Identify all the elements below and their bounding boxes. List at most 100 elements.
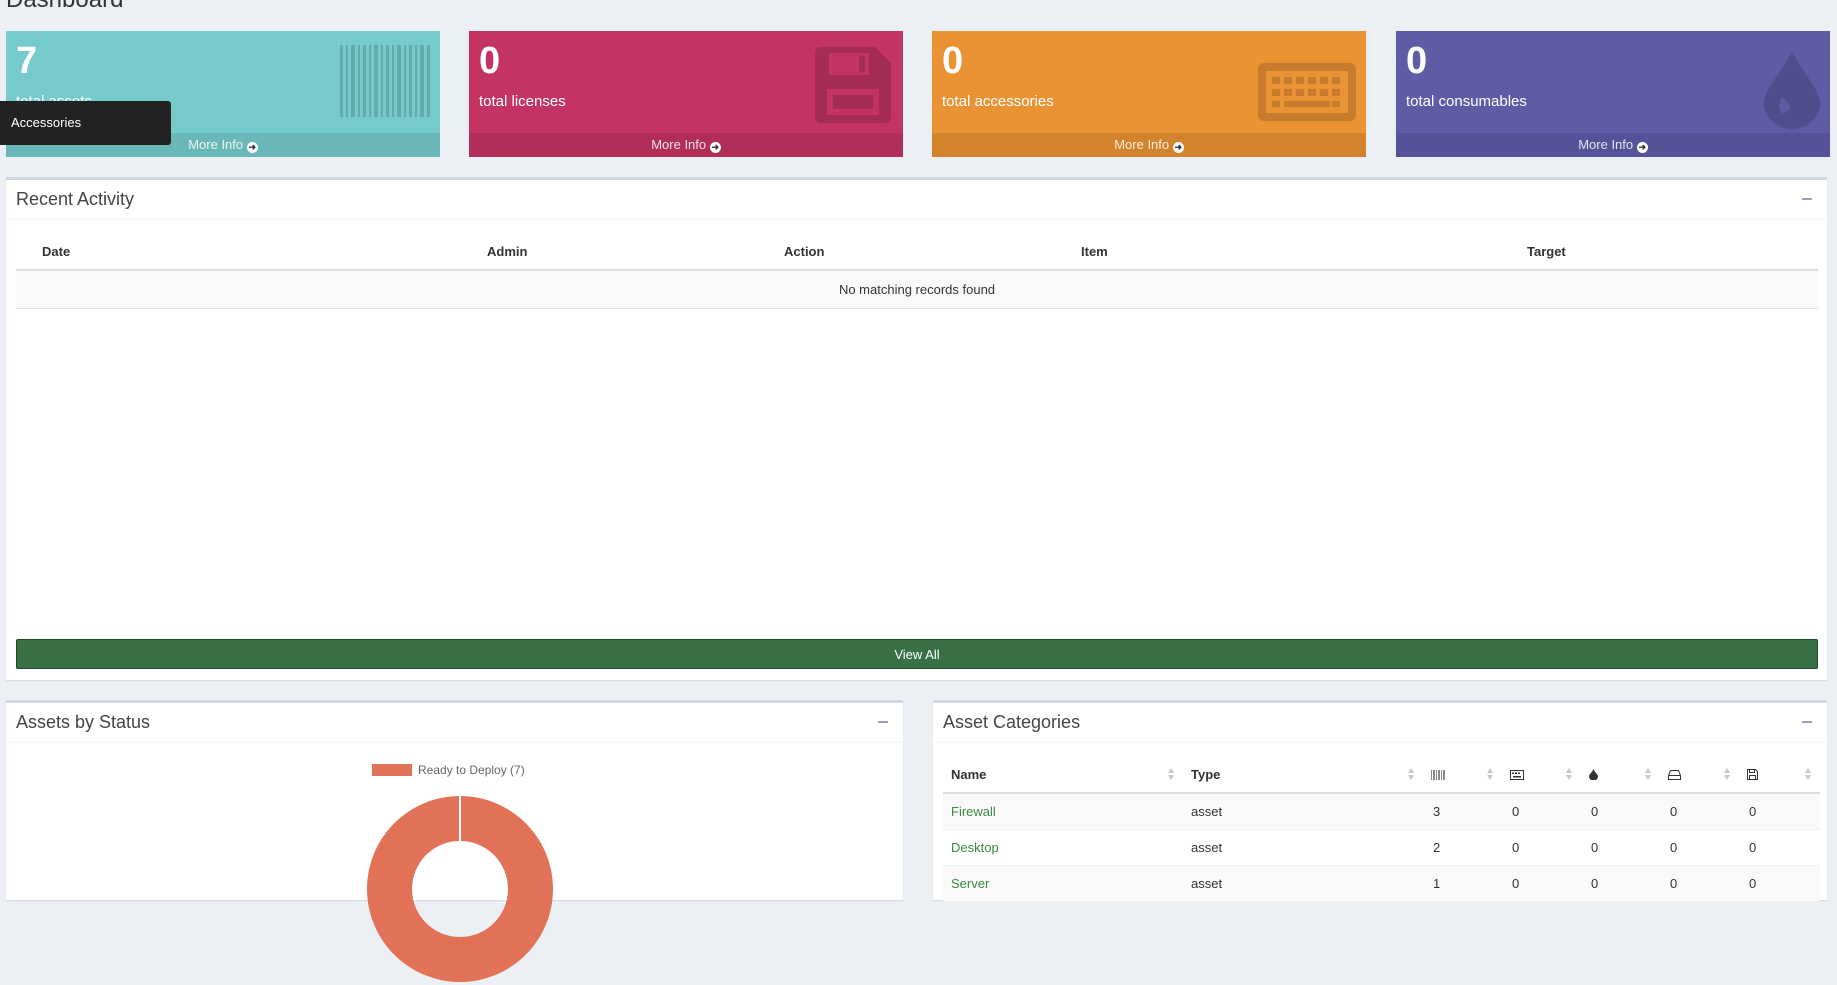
more-info-link[interactable]: More Info ➜ xyxy=(1396,133,1830,157)
column-label: Name xyxy=(951,766,987,782)
category-link[interactable]: Server xyxy=(951,876,989,891)
collapse-minus-icon[interactable] xyxy=(1801,711,1815,731)
collapse-minus-icon[interactable] xyxy=(1801,188,1815,208)
count-cell: 0 xyxy=(1660,865,1739,902)
count-cell: 1 xyxy=(1423,865,1502,902)
table-row: Server asset 1 0 0 0 0 xyxy=(943,865,1820,902)
column-header-action[interactable]: Action xyxy=(758,233,1055,271)
panel-header: Assets by Status xyxy=(6,703,903,743)
sort-icon xyxy=(1805,768,1812,780)
count-cell: 0 xyxy=(1502,865,1581,902)
stat-box-accessories: 0 total accessories More Info ➜ xyxy=(932,31,1366,157)
column-header-licenses[interactable] xyxy=(1739,756,1820,794)
panel-header: Asset Categories xyxy=(933,703,1827,743)
more-info-label: More Info xyxy=(188,137,244,152)
legend-swatch xyxy=(372,764,412,776)
count-cell: 0 xyxy=(1739,865,1820,902)
stat-value: 0 xyxy=(1406,40,1428,82)
stat-box-consumables: 0 total consumables More Info ➜ xyxy=(1396,31,1830,157)
category-link[interactable]: Desktop xyxy=(951,840,999,855)
panel-title: Recent Activity xyxy=(16,189,135,209)
sort-icon xyxy=(1645,768,1652,780)
barcode-icon xyxy=(1431,769,1445,780)
count-cell: 2 xyxy=(1423,829,1502,866)
asset-categories-panel: Asset Categories Name Type Firewall asse… xyxy=(933,700,1827,902)
name-cell: Server xyxy=(943,865,1183,902)
count-cell: 0 xyxy=(1581,793,1660,830)
type-cell: asset xyxy=(1183,829,1423,866)
count-cell: 0 xyxy=(1581,865,1660,902)
arrow-circle-right-icon: ➜ xyxy=(709,142,721,153)
name-cell: Firewall xyxy=(943,793,1183,830)
panel-header: Recent Activity xyxy=(6,180,1827,220)
recent-activity-panel: Recent Activity Date Admin Action Item T… xyxy=(6,177,1827,680)
assets-by-status-panel: Assets by Status Ready to Deploy (7) xyxy=(6,700,903,982)
count-cell: 0 xyxy=(1502,829,1581,866)
arrow-circle-right-icon: ➜ xyxy=(1636,142,1648,153)
collapse-minus-icon[interactable] xyxy=(877,711,891,731)
stat-label: total consumables xyxy=(1406,93,1527,110)
column-header-type[interactable]: Type xyxy=(1183,756,1423,794)
stat-box-licenses: 0 total licenses More Info ➜ xyxy=(469,31,903,157)
table-row: No matching records found xyxy=(16,270,1818,309)
arrow-circle-right-icon: ➜ xyxy=(1172,142,1184,153)
panel-title: Assets by Status xyxy=(16,712,151,732)
table-row: Desktop asset 2 0 0 0 0 xyxy=(943,829,1820,866)
table-row: Firewall asset 3 0 0 0 0 xyxy=(943,793,1820,830)
keyboard-icon xyxy=(1510,769,1524,780)
arrow-circle-right-icon: ➜ xyxy=(246,142,258,153)
type-cell: asset xyxy=(1183,793,1423,830)
count-cell: 0 xyxy=(1660,829,1739,866)
sort-icon xyxy=(1724,768,1731,780)
count-cell: 0 xyxy=(1581,829,1660,866)
stat-value: 0 xyxy=(479,40,501,82)
stat-label: total accessories xyxy=(942,93,1054,110)
panel-title: Asset Categories xyxy=(943,712,1081,732)
type-cell: asset xyxy=(1183,865,1423,902)
column-label: Type xyxy=(1191,766,1221,782)
column-header-name[interactable]: Name xyxy=(943,756,1183,794)
count-cell: 0 xyxy=(1660,793,1739,830)
column-header-admin[interactable]: Admin xyxy=(461,233,758,271)
page-title: Dashboard xyxy=(6,0,123,14)
column-header-date[interactable]: Date xyxy=(16,233,461,271)
count-cell: 0 xyxy=(1739,829,1820,866)
more-info-label: More Info xyxy=(1114,137,1170,152)
tint-drop-icon xyxy=(1589,768,1598,780)
more-info-label: More Info xyxy=(651,137,707,152)
categories-table: Name Type Firewall asset 3 0 0 0 0 Deskt… xyxy=(943,756,1820,902)
tooltip: Accessories xyxy=(0,101,171,145)
stat-value: 0 xyxy=(942,40,964,82)
more-info-label: More Info xyxy=(1578,137,1634,152)
column-header-item[interactable]: Item xyxy=(1055,233,1501,271)
view-all-button[interactable]: View All xyxy=(16,639,1818,669)
more-info-link[interactable]: More Info ➜ xyxy=(469,133,903,157)
sort-icon xyxy=(1408,768,1415,780)
chart-legend[interactable]: Ready to Deploy (7) xyxy=(372,763,525,777)
legend-label: Ready to Deploy (7) xyxy=(418,763,525,777)
sort-icon xyxy=(1168,768,1175,780)
empty-message: No matching records found xyxy=(16,270,1818,309)
keyboard-icon xyxy=(1258,63,1356,121)
stat-value: 7 xyxy=(16,40,38,82)
column-header-target[interactable]: Target xyxy=(1501,233,1818,271)
stat-label: total licenses xyxy=(479,93,566,110)
activity-table: Date Admin Action Item Target No matchin… xyxy=(16,233,1818,309)
name-cell: Desktop xyxy=(943,829,1183,866)
floppy-disk-icon xyxy=(1747,768,1758,780)
sort-icon xyxy=(1566,768,1573,780)
hard-drive-icon xyxy=(1668,769,1681,780)
column-header-assets[interactable] xyxy=(1423,756,1502,794)
status-pie-chart[interactable] xyxy=(356,785,556,985)
tint-drop-icon xyxy=(1764,51,1820,129)
column-header-accessories[interactable] xyxy=(1502,756,1581,794)
count-cell: 0 xyxy=(1739,793,1820,830)
column-header-components[interactable] xyxy=(1660,756,1739,794)
floppy-disk-icon xyxy=(814,47,891,123)
more-info-link[interactable]: More Info ➜ xyxy=(932,133,1366,157)
category-link[interactable]: Firewall xyxy=(951,804,996,819)
count-cell: 0 xyxy=(1502,793,1581,830)
column-header-consumables[interactable] xyxy=(1581,756,1660,794)
count-cell: 3 xyxy=(1423,793,1502,830)
barcode-icon xyxy=(340,45,430,117)
